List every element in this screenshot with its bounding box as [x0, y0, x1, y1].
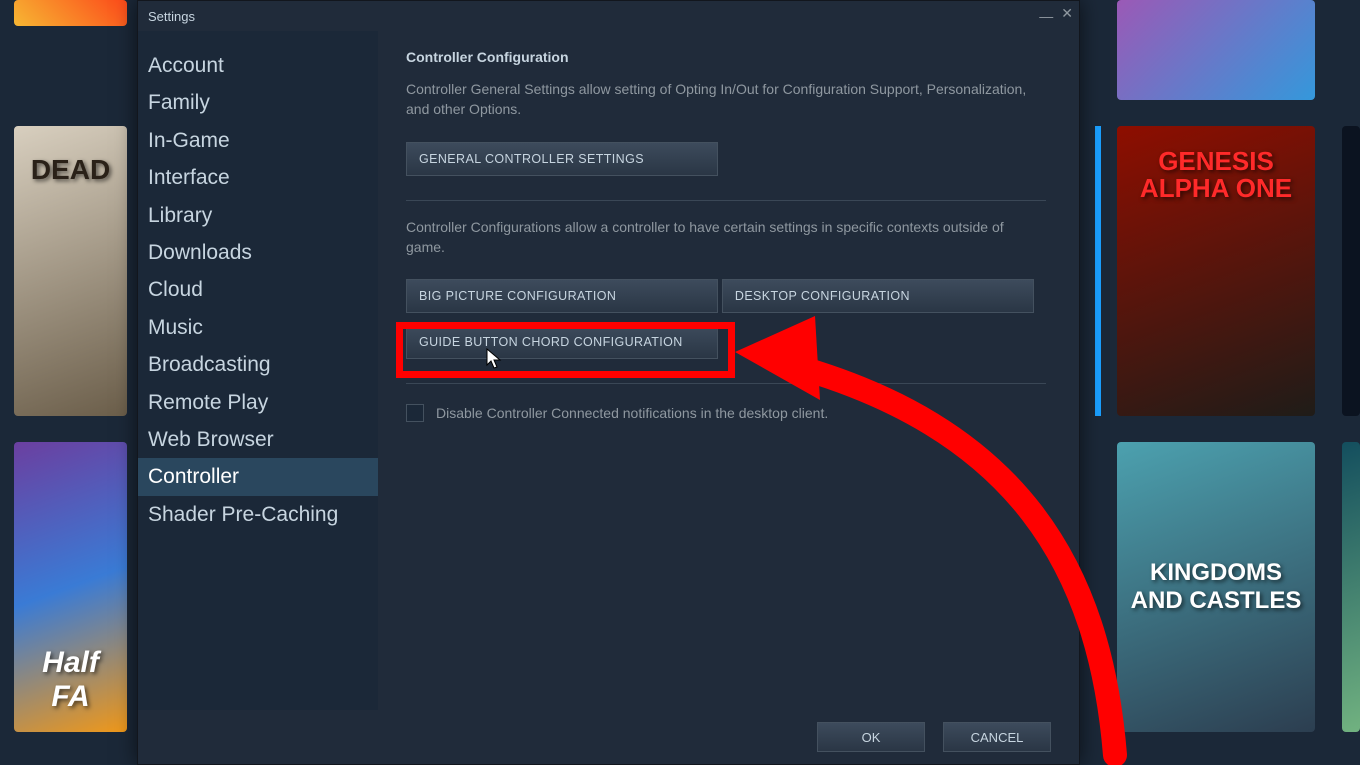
- sidebar-item-label: Web Browser: [148, 428, 274, 451]
- settings-sidebar: Account Family In-Game Interface Library…: [138, 31, 378, 710]
- sidebar-item-family[interactable]: Family: [138, 84, 378, 121]
- game-tile[interactable]: KINGDOMS AND CASTLES: [1117, 442, 1315, 732]
- big-picture-configuration-button[interactable]: BIG PICTURE CONFIGURATION: [406, 279, 718, 313]
- divider: [406, 383, 1046, 384]
- sidebar-item-label: Family: [148, 91, 210, 114]
- sidebar-item-label: Cloud: [148, 278, 203, 301]
- sidebar-item-label: Music: [148, 316, 203, 339]
- game-tile[interactable]: [1342, 126, 1360, 416]
- sidebar-item-library[interactable]: Library: [138, 197, 378, 234]
- sidebar-item-label: Broadcasting: [148, 353, 271, 376]
- sidebar-item-label: Library: [148, 204, 212, 227]
- game-tile[interactable]: [14, 0, 127, 26]
- sidebar-item-label: Remote Play: [148, 391, 268, 414]
- window-title: Settings: [148, 9, 195, 24]
- ok-button[interactable]: OK: [817, 722, 925, 752]
- game-tile[interactable]: [1117, 0, 1315, 100]
- title-bar: Settings — ✕: [138, 1, 1079, 31]
- sidebar-item-music[interactable]: Music: [138, 309, 378, 346]
- section-heading: Controller Configuration: [406, 49, 1051, 65]
- divider: [406, 200, 1046, 201]
- general-controller-settings-button[interactable]: GENERAL CONTROLLER SETTINGS: [406, 142, 718, 176]
- game-tile[interactable]: [1342, 442, 1360, 732]
- checkbox-label: Disable Controller Connected notificatio…: [436, 405, 828, 421]
- sidebar-item-cloud[interactable]: Cloud: [138, 271, 378, 308]
- guide-button-chord-configuration-button[interactable]: GUIDE BUTTON CHORD CONFIGURATION: [406, 325, 718, 359]
- game-title: GENESIS ALPHA ONE: [1117, 126, 1315, 416]
- game-title: Half FA: [14, 442, 127, 732]
- desktop-configuration-button[interactable]: DESKTOP CONFIGURATION: [722, 279, 1034, 313]
- sidebar-item-label: Interface: [148, 166, 230, 189]
- sidebar-item-controller[interactable]: Controller: [138, 458, 378, 495]
- sidebar-item-account[interactable]: Account: [138, 47, 378, 84]
- sidebar-item-broadcasting[interactable]: Broadcasting: [138, 346, 378, 383]
- sidebar-item-remote-play[interactable]: Remote Play: [138, 384, 378, 421]
- dialog-footer: OK CANCEL: [138, 710, 1079, 764]
- section-description: Controller Configurations allow a contro…: [406, 217, 1046, 258]
- sidebar-item-web-browser[interactable]: Web Browser: [138, 421, 378, 458]
- sidebar-item-in-game[interactable]: In-Game: [138, 122, 378, 159]
- game-tile[interactable]: GENESIS ALPHA ONE: [1117, 126, 1315, 416]
- section-description: Controller General Settings allow settin…: [406, 79, 1046, 120]
- sidebar-item-label: Controller: [148, 465, 239, 488]
- sidebar-item-label: Downloads: [148, 241, 252, 264]
- settings-content: Controller Configuration Controller Gene…: [378, 31, 1079, 710]
- close-button[interactable]: ✕: [1061, 5, 1073, 22]
- game-tile[interactable]: DEAD: [14, 126, 127, 416]
- checkbox-icon[interactable]: [406, 404, 424, 422]
- game-title: DEAD: [14, 126, 127, 416]
- sidebar-item-label: In-Game: [148, 129, 230, 152]
- disable-notifications-row[interactable]: Disable Controller Connected notificatio…: [406, 404, 1051, 422]
- sidebar-item-downloads[interactable]: Downloads: [138, 234, 378, 271]
- cancel-button[interactable]: CANCEL: [943, 722, 1051, 752]
- sidebar-item-label: Shader Pre-Caching: [148, 503, 338, 526]
- sidebar-item-interface[interactable]: Interface: [138, 159, 378, 196]
- game-tile[interactable]: Half FA: [14, 442, 127, 732]
- selection-indicator: [1095, 126, 1101, 416]
- sidebar-item-shader-pre-caching[interactable]: Shader Pre-Caching: [138, 496, 378, 533]
- game-title: KINGDOMS AND CASTLES: [1117, 442, 1315, 732]
- sidebar-item-label: Account: [148, 54, 224, 77]
- minimize-button[interactable]: —: [1039, 8, 1053, 25]
- settings-window: Settings — ✕ Account Family In-Game Inte…: [137, 0, 1080, 765]
